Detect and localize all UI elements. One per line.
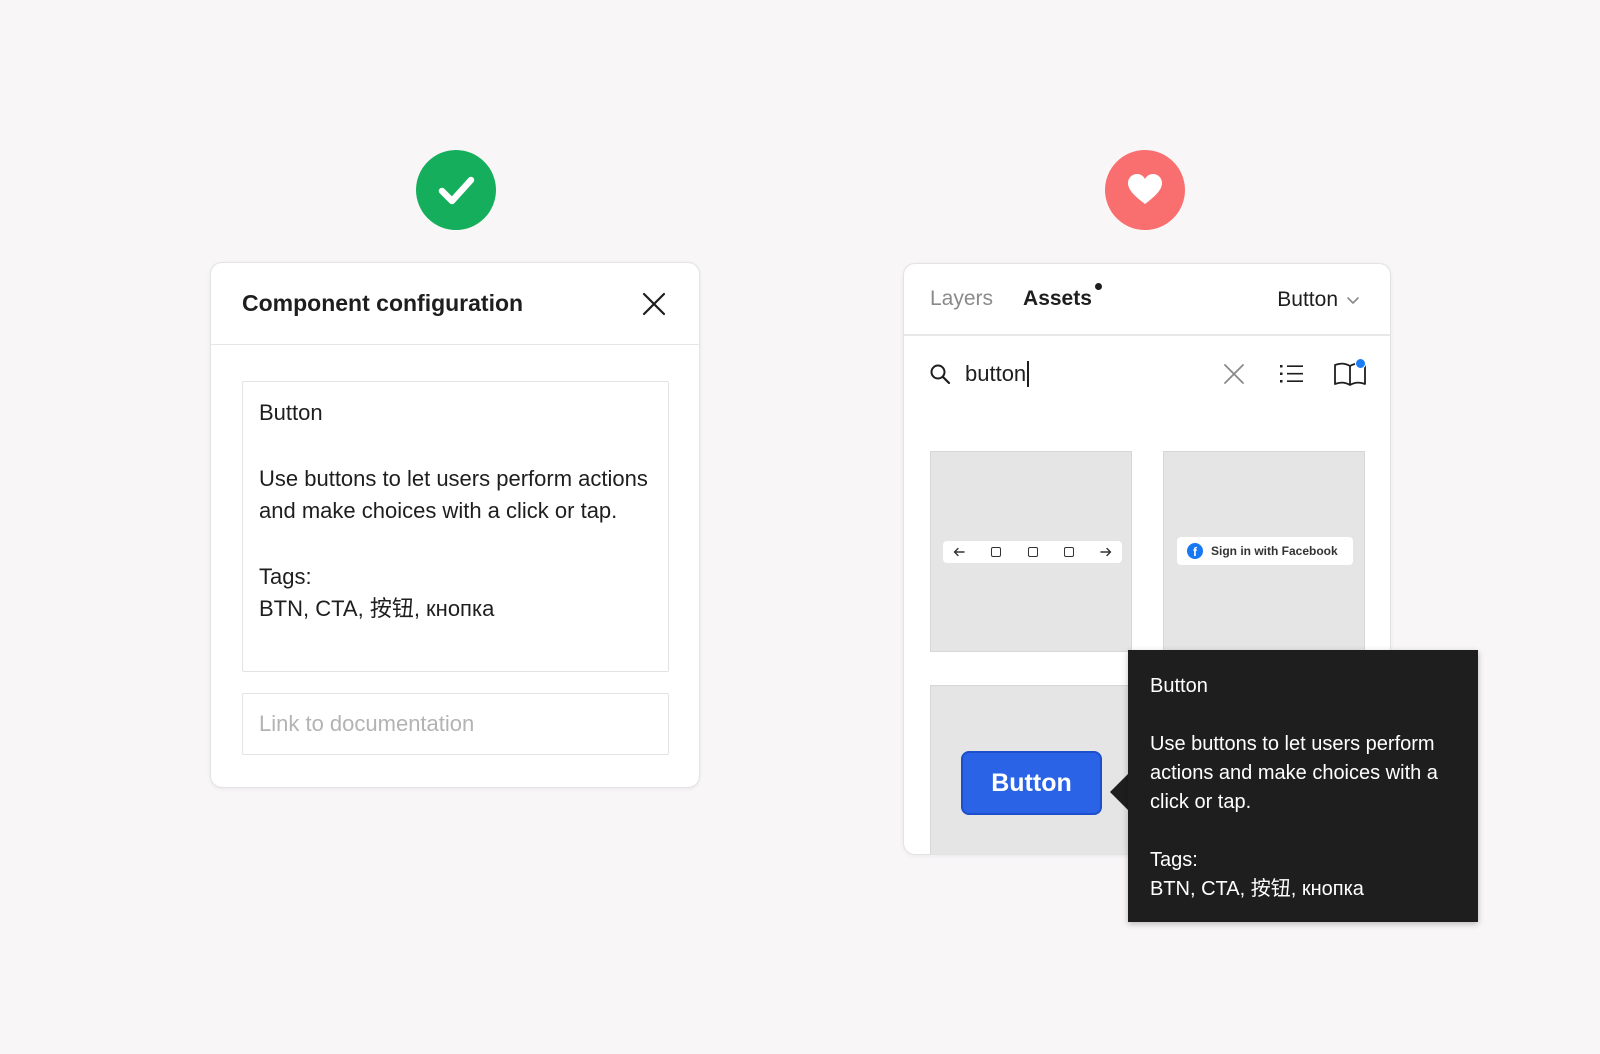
tab-assets-label: Assets (1023, 287, 1092, 310)
tooltip-body: Use buttons to let users perform actions… (1150, 733, 1438, 813)
approved-badge (416, 150, 496, 230)
tooltip-arrow (1110, 774, 1128, 810)
facebook-signin-label: Sign in with Facebook (1211, 544, 1338, 558)
panel-tabs: Layers Assets Button (904, 264, 1390, 336)
close-button[interactable] (639, 289, 669, 319)
tab-assets[interactable]: Assets (1023, 283, 1102, 311)
close-icon (642, 292, 666, 315)
asset-thumbnail-facebook[interactable]: f Sign in with Facebook (1163, 451, 1365, 652)
favorite-badge (1105, 150, 1185, 230)
page-square-icon (991, 547, 1002, 557)
button-preview: Button (961, 751, 1102, 815)
facebook-icon: f (1187, 543, 1203, 559)
library-button[interactable] (1332, 356, 1368, 392)
arrow-left-icon (953, 547, 965, 557)
asset-thumbnail-button[interactable]: Button (930, 685, 1132, 854)
asset-thumbnail-pagination[interactable] (930, 451, 1132, 652)
arrow-right-icon (1100, 547, 1112, 557)
tooltip-tags-label: Tags: (1150, 849, 1198, 871)
page-square-icon (1063, 547, 1074, 557)
asset-tooltip: Button Use buttons to let users perform … (1128, 650, 1478, 922)
dialog-title: Component configuration (242, 290, 524, 316)
check-icon (438, 176, 475, 205)
library-update-dot (1355, 358, 1366, 369)
chevron-down-icon (1347, 297, 1359, 304)
clear-icon (1224, 364, 1244, 384)
pagination-preview (943, 541, 1122, 563)
notification-dot (1094, 283, 1102, 290)
library-dropdown[interactable]: Button (1277, 264, 1360, 336)
clear-search-button[interactable] (1216, 356, 1252, 392)
documentation-link-input[interactable]: Link to documentation (242, 693, 669, 755)
list-view-icon (1280, 365, 1303, 383)
search-value: button (965, 361, 1027, 386)
list-view-button[interactable] (1274, 356, 1310, 392)
tab-layers[interactable]: Layers (930, 287, 993, 311)
description-tags-label: Tags: (259, 564, 312, 589)
library-dropdown-value: Button (1277, 288, 1338, 311)
search-icon (930, 364, 951, 385)
tooltip-tags: BTN, CTA, 按钮, кнопка (1150, 878, 1364, 900)
text-caret (1027, 361, 1030, 387)
tooltip-name: Button (1150, 675, 1208, 697)
description-textarea[interactable]: Button Use buttons to let users perform … (242, 381, 669, 672)
search-bar: button (904, 338, 1390, 410)
search-input[interactable]: button (965, 361, 1216, 387)
heart-icon (1128, 174, 1162, 204)
documentation-link-placeholder: Link to documentation (259, 711, 475, 736)
facebook-signin-preview: f Sign in with Facebook (1177, 537, 1353, 565)
component-configuration-dialog: Component configuration Button Use butto… (210, 262, 700, 788)
dialog-header: Component configuration (211, 263, 699, 345)
description-tags: BTN, CTA, 按钮, кнопка (259, 596, 495, 621)
description-name: Button (259, 400, 323, 425)
description-body: Use buttons to let users perform actions… (259, 466, 648, 523)
page-square-icon (1027, 547, 1038, 557)
